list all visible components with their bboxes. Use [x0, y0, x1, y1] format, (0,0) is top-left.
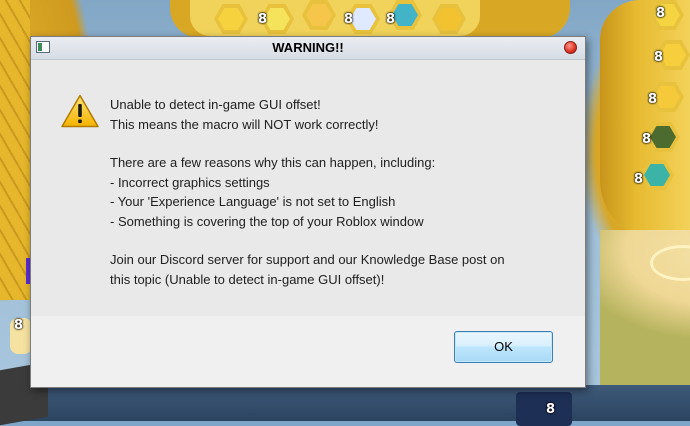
- floor-bottom: [0, 385, 690, 421]
- hive-cell-label: 8: [634, 172, 644, 187]
- dialog-titlebar[interactable]: WARNING!!: [31, 37, 585, 60]
- hive-wall-right: [600, 0, 690, 240]
- hive-cell-label: 8: [642, 132, 652, 147]
- hive-cell-label: 8: [386, 12, 396, 27]
- reasons-intro: There are a few reasons why this can hap…: [110, 155, 436, 170]
- hive-cell-label: 8: [654, 50, 664, 65]
- hive-cell-label: 8: [656, 6, 666, 21]
- message-line: Unable to detect in-game GUI offset!: [110, 97, 321, 112]
- reason-item: - Incorrect graphics settings: [110, 174, 270, 190]
- close-icon[interactable]: [564, 41, 577, 54]
- hive-wall-left: [0, 0, 30, 300]
- reason-item: - Something is covering the top of your …: [110, 213, 424, 229]
- dialog-message: Unable to detect in-game GUI offset! Thi…: [110, 95, 570, 289]
- dialog-title: WARNING!!: [272, 40, 344, 55]
- hive-cell-label: 8: [258, 12, 268, 27]
- warning-icon: [61, 94, 99, 128]
- ok-button[interactable]: OK: [454, 331, 553, 363]
- message-line: This means the macro will NOT work corre…: [110, 116, 379, 132]
- support-line: this topic (Unable to detect in-game GUI…: [110, 271, 385, 287]
- hive-cell-label: 8: [14, 318, 24, 333]
- hive-cell-label: 8: [546, 402, 556, 417]
- reason-item: - Your 'Experience Language' is not set …: [110, 194, 396, 209]
- dialog-body: Unable to detect in-game GUI offset! Thi…: [31, 60, 585, 316]
- hive-cell-label: 8: [344, 12, 354, 27]
- warning-dialog: WARNING!! Unable to detect in-game GUI o…: [30, 36, 586, 388]
- dialog-footer: OK: [31, 316, 585, 387]
- support-line: Join our Discord server for support and …: [110, 252, 505, 267]
- hive-cell-label: 8: [648, 92, 658, 107]
